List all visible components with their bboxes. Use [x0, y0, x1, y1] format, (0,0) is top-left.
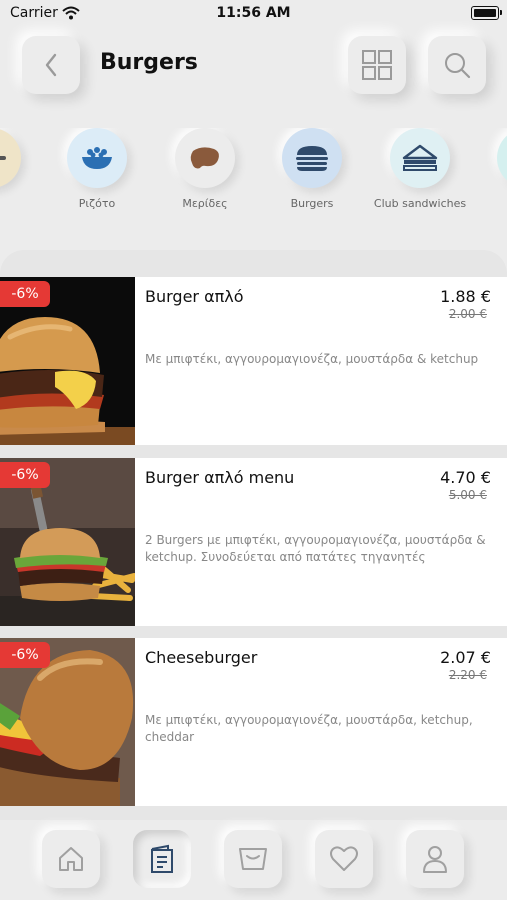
category-label: κά — [0, 197, 46, 210]
risotto-bowl-icon — [67, 128, 127, 188]
discount-badge: -6% — [0, 281, 50, 307]
product-card[interactable]: -6% Burger απλό 1.88 € 2.00 € Με μπιφτέκ… — [0, 277, 507, 445]
tab-profile[interactable] — [406, 830, 464, 888]
cheeseburger-photo: -6% — [0, 638, 135, 806]
discount-badge: -6% — [0, 462, 50, 488]
battery-icon — [471, 6, 502, 20]
product-old-price: 2.00 € — [448, 307, 487, 321]
product-card[interactable]: -6% Cheeseburger 2.07 € 2.20 € Με μπιφτέ… — [0, 638, 507, 806]
category-item-selected[interactable]: Burgers — [257, 128, 367, 210]
product-name: Burger απλό — [145, 287, 244, 306]
page-title: Burgers — [100, 50, 198, 75]
category-item[interactable]: Ριζότο — [42, 128, 152, 210]
category-label: Club sandwiches — [373, 197, 467, 210]
tab-home[interactable] — [42, 830, 100, 888]
search-icon — [445, 53, 471, 79]
sandwich-icon — [390, 128, 450, 188]
discount-badge: -6% — [0, 642, 50, 668]
product-name: Burger απλό menu — [145, 468, 295, 487]
product-old-price: 5.00 € — [448, 488, 487, 502]
product-description: Με μπιφτέκι, αγγουρομαγιονέζα, μουστάρδα… — [145, 352, 479, 366]
category-item[interactable]: Club sandwiches — [365, 128, 475, 210]
tab-basket[interactable] — [224, 830, 282, 888]
drink-icon — [497, 128, 507, 188]
category-carousel[interactable]: κά Ριζότο Μερίδες Burgers — [0, 128, 507, 223]
product-description: 2 Burgers με μπιφτέκι, αγγουρομαγιονέζα,… — [145, 533, 486, 564]
clock: 11:56 AM — [216, 5, 291, 21]
chevron-left-icon — [45, 53, 57, 77]
steak-icon — [175, 128, 235, 188]
grid-view-button[interactable] — [348, 36, 406, 94]
tab-menu[interactable] — [133, 830, 191, 888]
basket-icon — [239, 848, 267, 870]
category-item[interactable]: κά — [0, 128, 46, 210]
product-old-price: 2.20 € — [448, 668, 487, 682]
tab-favorites[interactable] — [315, 830, 373, 888]
category-label: Μερίδες — [182, 197, 228, 210]
product-description: Με μπιφτέκι, αγγουρομαγιονέζα, μουστάρδα… — [145, 713, 473, 744]
product-price: 2.07 € — [440, 648, 491, 667]
search-button[interactable] — [428, 36, 486, 94]
burger-menu-photo: -6% — [0, 458, 135, 626]
home-icon — [59, 847, 83, 871]
grid-icon — [362, 50, 392, 80]
product-name: Cheeseburger — [145, 648, 258, 667]
back-button[interactable] — [22, 36, 80, 94]
burger-icon — [282, 128, 342, 188]
product-price: 1.88 € — [440, 287, 491, 306]
heart-icon — [330, 846, 358, 871]
product-list[interactable]: -6% Burger απλό 1.88 € 2.00 € Με μπιφτέκ… — [0, 250, 507, 820]
category-label: Burgers — [290, 197, 334, 210]
category-label: Ριζότο — [78, 197, 116, 210]
tab-bar — [0, 820, 507, 900]
menu-icon — [151, 844, 173, 873]
profile-icon — [423, 846, 447, 873]
dish-icon — [0, 128, 21, 188]
category-item[interactable] — [472, 128, 507, 197]
category-item[interactable]: Μερίδες — [150, 128, 260, 210]
burger-photo: -6% — [0, 277, 135, 445]
product-card[interactable]: -6% Burger απλό menu 4.70 € 5.00 € 2 Bur… — [0, 458, 507, 626]
product-price: 4.70 € — [440, 468, 491, 487]
status-bar: Carrier 11:56 AM — [0, 0, 507, 28]
